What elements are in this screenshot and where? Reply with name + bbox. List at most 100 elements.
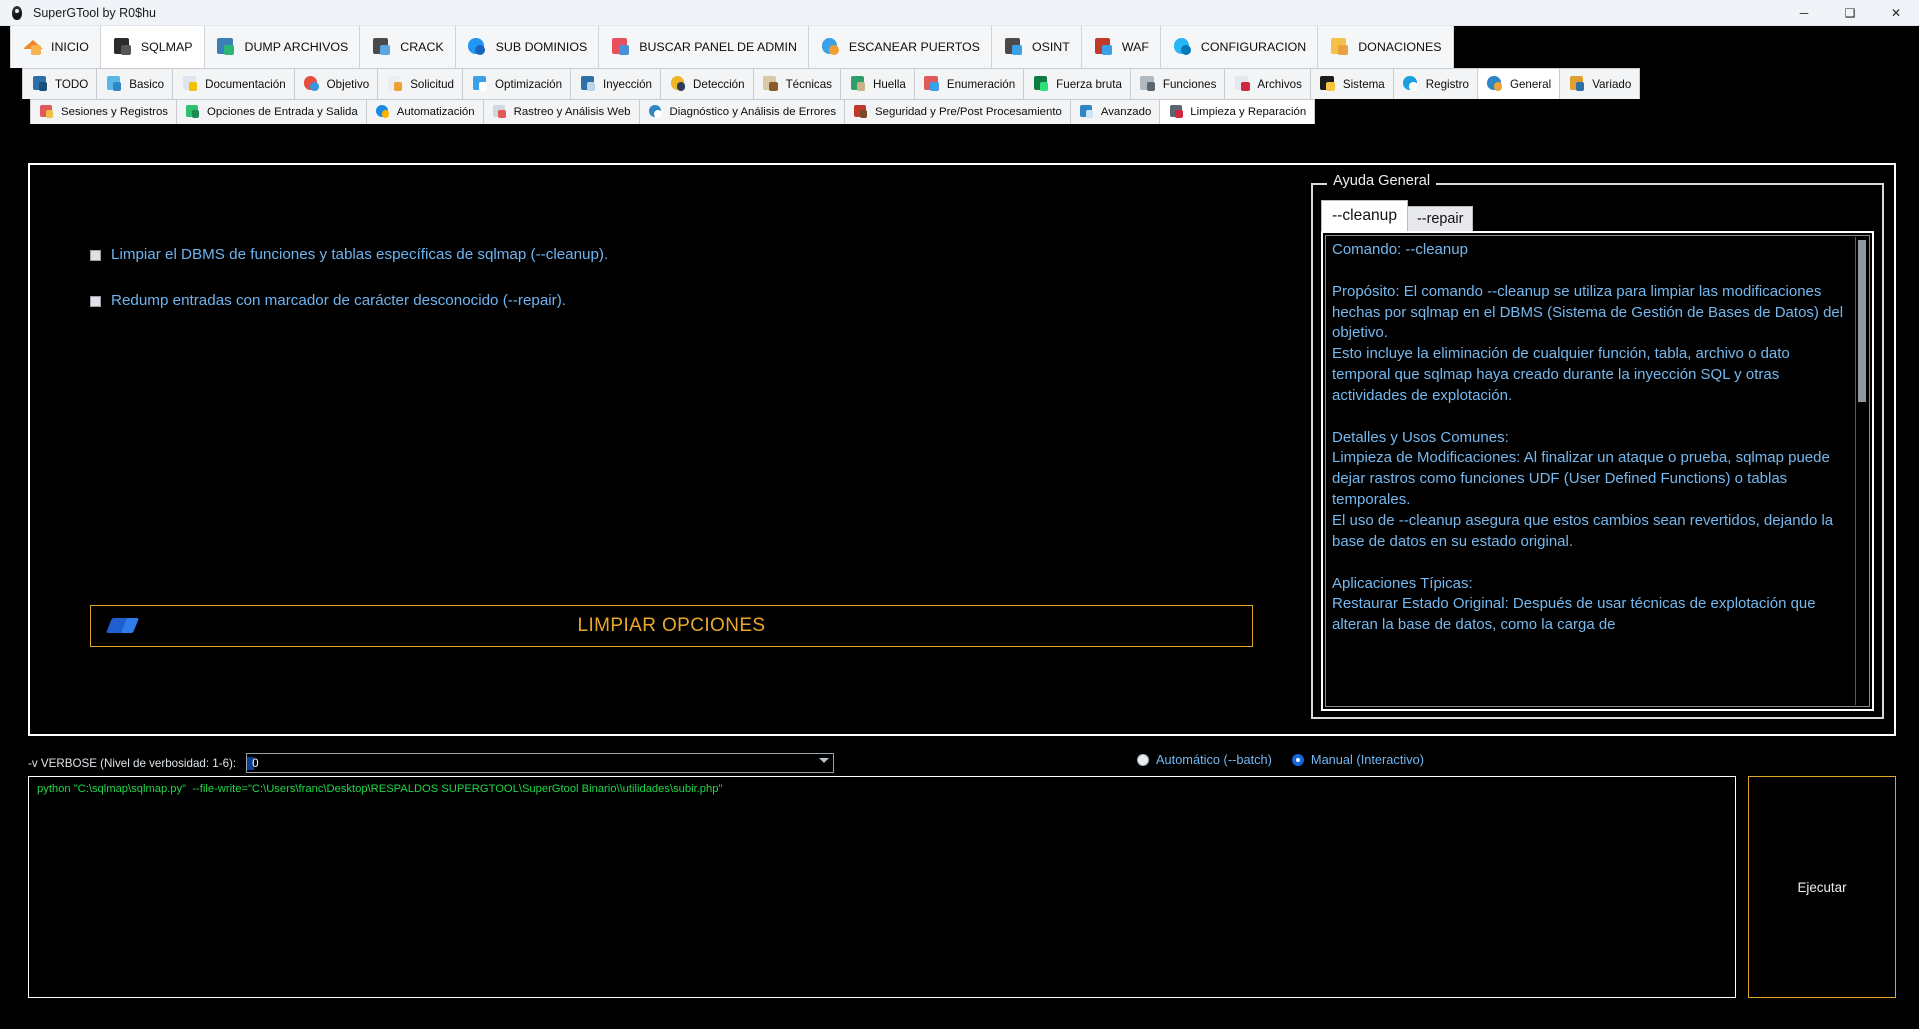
icon-shape-accent xyxy=(112,82,122,91)
speed-gauge-icon xyxy=(471,75,490,94)
nav-item-inicio[interactable]: INICIO xyxy=(10,26,101,68)
globe-network-icon xyxy=(467,36,489,58)
nav-item-crack[interactable]: CRACK xyxy=(360,26,456,68)
subtab-automatización[interactable]: Automatización xyxy=(365,99,484,124)
radio-manual-dot xyxy=(1291,753,1304,766)
nav-item-dump-archivos[interactable]: DUMP ARCHIVOS xyxy=(204,26,361,68)
subtab-avanzado[interactable]: Avanzado xyxy=(1069,99,1161,124)
robot-icon xyxy=(105,75,124,94)
icon-shape-accent xyxy=(120,44,131,55)
subtab-label: Limpieza y Reparación xyxy=(1190,106,1307,118)
tab-documentación[interactable]: Documentación xyxy=(172,68,295,99)
request-form-icon xyxy=(386,75,405,94)
subtab-sesiones-y-registros[interactable]: Sesiones y Registros xyxy=(30,99,177,124)
subtab-label: Sesiones y Registros xyxy=(61,106,168,118)
maximize-button[interactable]: ❑ xyxy=(1827,0,1873,25)
chevron-down-icon[interactable] xyxy=(819,758,830,763)
tab-técnicas[interactable]: Técnicas xyxy=(752,68,841,99)
option-row-cleanup[interactable]: Limpiar el DBMS de funciones y tablas es… xyxy=(90,245,1281,266)
io-arrows-icon xyxy=(185,104,202,121)
tab-todo[interactable]: TODO xyxy=(22,68,98,99)
file-red-icon xyxy=(1233,75,1252,94)
help-text-inner: Comando: --cleanup Propósito: El comando… xyxy=(1325,235,1870,707)
nav-item-label: CONFIGURACION xyxy=(1200,40,1307,54)
tab-huella[interactable]: Huella xyxy=(839,68,915,99)
tab-variado[interactable]: Variado xyxy=(1559,68,1641,99)
subtab-rastreo-y-análisis-web[interactable]: Rastreo y Análisis Web xyxy=(482,99,640,124)
tab-label: Enumeración xyxy=(946,77,1016,91)
subtab-diagnóstico-y-análisis-de-errores[interactable]: Diagnóstico y Análisis de Errores xyxy=(638,99,846,124)
close-button[interactable]: ✕ xyxy=(1873,0,1919,25)
execute-button[interactable]: Ejecutar xyxy=(1748,776,1896,998)
verbose-value: 0 xyxy=(247,756,259,770)
tab-basico[interactable]: Basico xyxy=(96,68,174,99)
execution-mode-radiogroup: Automático (--batch) Manual (Interactivo… xyxy=(1136,752,1424,767)
help-scrollbar[interactable] xyxy=(1855,237,1868,705)
nav-item-label: DONACIONES xyxy=(1358,40,1442,54)
verbose-combobox[interactable]: 0 xyxy=(246,753,835,773)
icon-shape-accent xyxy=(1039,82,1049,91)
icon-shape-accent xyxy=(859,110,868,118)
clear-options-button[interactable]: LIMPIAR OPCIONES xyxy=(90,605,1253,647)
icon-shape-accent xyxy=(380,44,390,55)
nav-item-osint[interactable]: OSINT xyxy=(991,26,1082,68)
tab-detección[interactable]: Detección xyxy=(660,68,754,99)
help-tabs: --cleanup --repair xyxy=(1321,200,1474,232)
minimize-button[interactable]: ─ xyxy=(1781,0,1827,25)
nav-item-waf[interactable]: WAF xyxy=(1081,26,1161,68)
radio-manual[interactable]: Manual (Interactivo) xyxy=(1291,752,1424,767)
nav-item-sqlmap[interactable]: SQLMAP xyxy=(100,26,205,68)
tab-archivos[interactable]: Archivos xyxy=(1224,68,1311,99)
verbose-label: -v VERBOSE (Nivel de verbosidad: 1-6): xyxy=(28,756,237,770)
tab-label: Solicitud xyxy=(410,77,455,91)
radio-automatic[interactable]: Automático (--batch) xyxy=(1136,752,1272,767)
checkbox-repair[interactable] xyxy=(90,295,101,307)
tools-repair-icon xyxy=(1168,104,1185,121)
tab-label: Detección xyxy=(693,77,745,91)
linux-penguin-icon xyxy=(1319,75,1338,94)
help-tab-cleanup[interactable]: --cleanup xyxy=(1321,200,1409,232)
tab-solicitud[interactable]: Solicitud xyxy=(377,68,464,99)
tab-label: Objetivo xyxy=(326,77,370,91)
subtab-seguridad-y-prepost-procesamiento[interactable]: Seguridad y Pre/Post Procesamiento xyxy=(844,99,1071,124)
help-scrollbar-thumb[interactable] xyxy=(1858,240,1866,402)
tab-general[interactable]: General xyxy=(1476,68,1561,99)
tab-fuerza-bruta[interactable]: Fuerza bruta xyxy=(1023,68,1131,99)
sqlmap-category-tabs: TODO Basico Documentación Objetivo Solicitud… xyxy=(0,68,1919,99)
tab-label: TODO xyxy=(55,77,89,91)
icon-shape-accent xyxy=(498,110,507,118)
tab-inyección[interactable]: Inyección xyxy=(570,68,662,99)
subtab-limpieza-y-reparación[interactable]: Limpieza y Reparación xyxy=(1159,99,1316,124)
user-hood-icon xyxy=(31,75,50,94)
clear-options-label: LIMPIAR OPCIONES xyxy=(577,615,766,636)
tab-sistema[interactable]: Sistema xyxy=(1309,68,1394,99)
nav-item-sub-dominios[interactable]: SUB DOMINIOS xyxy=(455,26,600,68)
tab-optimización[interactable]: Optimización xyxy=(462,68,572,99)
command-console[interactable]: python "C:\sqlmap\sqlmap.py" --file-writ… xyxy=(28,776,1736,998)
nav-item-configuracion[interactable]: CONFIGURACION xyxy=(1160,26,1319,68)
icon-shape-accent xyxy=(191,110,200,118)
subtab-label: Rastreo y Análisis Web xyxy=(513,106,631,118)
gear-icon xyxy=(1172,36,1194,58)
option-row-repair[interactable]: Redump entradas con marcador de carácter… xyxy=(90,291,1281,312)
icon-shape-accent xyxy=(1338,44,1348,55)
nav-item-label: DUMP ARCHIVOS xyxy=(244,40,349,54)
subtab-opciones-de-entrada-y-salida[interactable]: Opciones de Entrada y Salida xyxy=(176,99,367,124)
checkbox-cleanup[interactable] xyxy=(90,250,101,261)
tab-label: Documentación xyxy=(205,77,286,91)
icon-shape-accent xyxy=(45,110,54,118)
tab-registro[interactable]: Registro xyxy=(1392,68,1478,99)
tab-enumeración[interactable]: Enumeración xyxy=(913,68,1025,99)
nav-item-buscar-panel-de-admin[interactable]: BUSCAR PANEL DE ADMIN xyxy=(599,26,809,68)
help-tab-repair[interactable]: --repair xyxy=(1407,206,1474,232)
tab-objetivo[interactable]: Objetivo xyxy=(293,68,379,99)
icon-shape-accent xyxy=(769,82,778,91)
database-download-icon xyxy=(216,36,238,58)
nav-item-donaciones[interactable]: DONACIONES xyxy=(1318,26,1454,68)
tab-label: Inyección xyxy=(603,77,653,91)
tab-funciones[interactable]: Funciones xyxy=(1129,68,1226,99)
enumeration-icon xyxy=(923,75,942,94)
sessions-logs-icon xyxy=(39,104,56,121)
nav-item-escanear-puertos[interactable]: ESCANEAR PUERTOS xyxy=(808,26,992,68)
icon-shape-accent xyxy=(828,44,839,55)
